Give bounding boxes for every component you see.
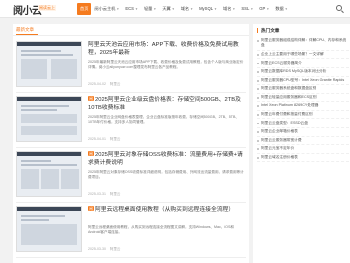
nav-item-gp[interactable]: GP ▼ [256,3,272,15]
nav-item-mysql[interactable]: MySQL ▼ [196,3,220,15]
search-icon[interactable] [336,5,342,11]
post-title[interactable]: 阅 2025阿里云企业级云盘价格表：存储空间500GB、2TB及10TB收费标准 [88,96,246,112]
post-meta: 2025-04-02 阿里云 [88,82,120,87]
section-title: 最新文章 [16,27,34,32]
post-item: 阅 2025阿里云对象存储OSS收费标准：流量费用+存储费+请求费计费说明 202… [16,151,246,203]
post-title[interactable]: 阿里云天池云应用市场：APP下载、收费价格及免费试用教程，2025年最新 [88,41,246,57]
post-meta: 2025-03-31 阿里云 [88,192,120,197]
post-thumbnail[interactable] [16,41,82,87]
post-item: 阅 2025阿里云企业级云盘价格表：存储空间500GB、2TB及10TB收费标准 … [16,96,246,148]
chevron-down-icon: ▼ [116,7,120,11]
post-title[interactable]: 阅 2025阿里云对象存储OSS收费标准：流量费用+存储费+请求费计费说明 [88,151,246,167]
nav-item-label: MySQL [199,6,214,11]
post-category[interactable]: 阿里云 [110,82,121,87]
post-category[interactable]: 阿里云 [110,137,121,142]
sidebar-link[interactable]: 阿里云云盘类型：ESSD云盘 [257,119,349,128]
latest-articles-panel: 最新文章 阿里云天池云应用市场：APP下载、收费价格及免费试用教程，2025年最… [13,24,249,263]
nav-item-domain-2[interactable]: 域名 ▼ [220,3,238,15]
nav-item-label: 域名 [180,6,190,11]
chevron-down-icon: ▼ [284,7,288,11]
nav-item-ecs[interactable]: ECS ▼ [122,3,141,15]
sidebar-link[interactable]: 阿里云域名注册价格表 [257,154,349,163]
sidebar-link[interactable]: Intel Xeon Platinum 8269CY处理器 [257,102,349,111]
nav-item-label: 首页 [80,6,89,11]
post-category[interactable]: 阿里云 [110,247,121,252]
nav-item-tianyi[interactable]: 天翼 ▼ [159,3,177,15]
post-meta: 2025-03-30 阿里云 [88,247,120,252]
sidebar-link[interactable]: 阿里云云服务器带宽计费 [257,137,349,146]
chevron-down-icon: ▼ [171,7,175,11]
nav-item-label: 阅小云主机 [94,6,116,11]
chevron-down-icon: ▼ [214,7,218,11]
sidebar-link[interactable]: 阿里云服务器组成结构详解：详解CPU、内存和系统盘 [257,37,349,51]
sidebar-link[interactable]: 阿里云服务器系统盘和数据盘区别 [257,85,349,94]
nav-item-label: 数据 [275,6,284,11]
post-thumbnail[interactable] [16,151,82,197]
post-category[interactable]: 阿里云 [110,192,121,197]
sidebar-link[interactable]: 阿里云ECS云服务器简介 [257,59,349,68]
post-date: 2025-03-30 [88,247,106,251]
nav-item-label: GP [259,6,266,11]
sidebar-link[interactable]: 企业上云主要用于哪些场景？一文详解 [257,51,349,60]
sidebar-list: 阿里云服务器组成结构详解：详解CPU、内存和系统盘 企业上云主要用于哪些场景？一… [257,37,349,163]
sidebar-link[interactable]: 阿里云数据库RDS MySQL版本对比分析 [257,68,349,77]
chevron-down-icon: ▼ [190,7,194,11]
post-badge: 阅 [88,151,94,156]
post-title-text: 阿里云天池云应用市场：APP下载、收费价格及免费试用教程，2025年最新 [88,42,239,56]
nav-item-label: 天翼 [162,6,171,11]
nav-item-ssl[interactable]: SSL ▼ [238,3,256,15]
post-date: 2025-04-01 [88,137,106,141]
chevron-down-icon: ▼ [134,7,138,11]
main-nav: 首页 阅小云主机 ▼ ECS ▼ 轻量 ▼ 天翼 ▼ 域名 ▼ MySQL ▼ 域名 ▼ SS… [77,3,291,15]
sidebar-title: 热门文章 [257,28,279,33]
chevron-down-icon: ▼ [266,7,270,11]
sidebar-link[interactable]: 阿里云企业邮箱价格表 [257,128,349,137]
post-excerpt: 2025年阿里云对象存储OSS收费标准详细说明，包括存储费用、外网流出流量费用、… [88,170,244,180]
chevron-down-icon: ▼ [232,7,236,11]
nav-item-label: SSL [241,6,250,11]
site-logo-subtitle: 阅读云上 [38,5,56,11]
chevron-down-icon: ▼ [250,7,254,11]
nav-item-aliyun-host[interactable]: 阅小云主机 ▼ [91,3,122,15]
nav-item-data[interactable]: 数据 ▼ [272,3,290,15]
post-title-text: 2025阿里云对象存储OSS收费标准：流量费用+存储费+请求费计费说明 [88,152,243,166]
post-title-text: 2025阿里云企业级云盘价格表：存储空间500GB、2TB及10TB收费标准 [88,97,241,111]
divider [13,35,249,36]
post-meta: 2025-04-01 阿里云 [88,137,120,142]
nav-item-label: 域名 [223,6,232,11]
site-header: 阅小云 阅读云上 首页 阅小云主机 ▼ ECS ▼ 轻量 ▼ 天翼 ▼ 域名 ▼ MySQ… [0,0,350,18]
post-item: 阿里云天池云应用市场：APP下载、收费价格及免费试用教程，2025年最新 202… [16,41,246,93]
post-badge: 阅 [88,96,94,101]
post-thumbnail[interactable] [16,96,82,142]
post-item: 阅阿里云远程桌面使用教程（从购买到远程连接全流程） 阿里云远程桌面使用教程，从购… [16,206,246,258]
nav-item-domain[interactable]: 域名 ▼ [178,3,196,15]
post-excerpt: 2025年阿里云企业网盘价格表整理，企业云盘标准版按年收费，存储空间500GB、… [88,115,239,125]
sidebar-link[interactable]: 阿里云年费付费和按量付费区别 [257,111,349,120]
nav-item-lightweight[interactable]: 轻量 ▼ [141,3,159,15]
sidebar-link[interactable]: 阿里云轻量应用服务器和ECS区别 [257,94,349,103]
sidebar-link[interactable]: 阿里云元宝不定年价 [257,145,349,154]
post-excerpt: 阿里云远程桌面使用教程，从购买到远程连接全流程图文讲解，支持Windows、Ma… [88,225,234,235]
sidebar-link[interactable]: 阿里云服务器CPU型号：Intel Xeon Granite Rapids [257,77,349,86]
chevron-down-icon: ▼ [153,7,157,11]
nav-item-label: ECS [125,6,134,11]
post-excerpt: 2025年最新阿里云天池云应用市场APP下载、收费价格及免费试用教程，包含个人版… [88,60,244,70]
post-date: 2025-03-31 [88,192,106,196]
nav-item-label: 轻量 [143,6,153,11]
post-title-text: 阿里云远程桌面使用教程（从购买到远程连接全流程） [95,207,235,213]
post-badge: 阅 [88,206,94,211]
sidebar-hot-articles: 热门文章 阿里云服务器组成结构详解：详解CPU、内存和系统盘 企业上云主要用于哪… [253,24,350,263]
post-thumbnail[interactable] [16,206,82,252]
nav-item-home[interactable]: 首页 [77,3,92,15]
post-title[interactable]: 阅阿里云远程桌面使用教程（从购买到远程连接全流程） [88,206,246,214]
post-date: 2025-04-02 [88,82,106,86]
